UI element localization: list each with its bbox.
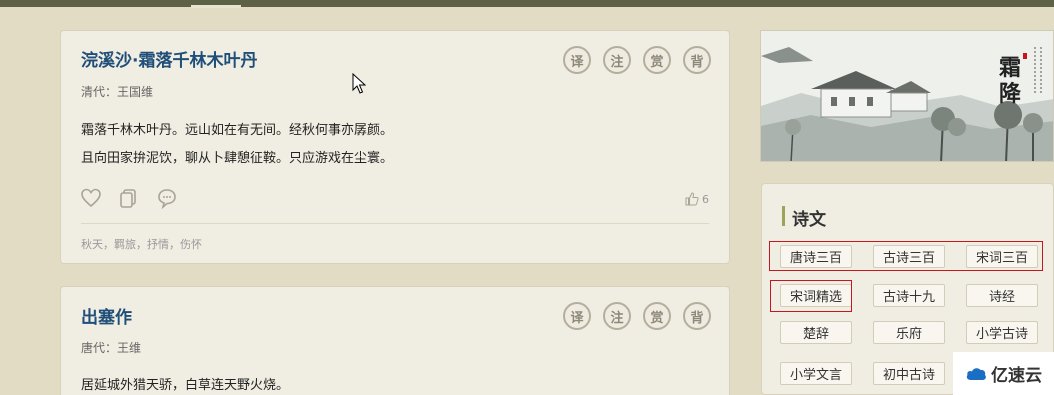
recite-button[interactable]: 背 [683, 302, 711, 330]
poem-author[interactable]: 清代：王国维 [81, 83, 153, 100]
annotate-button[interactable]: 注 [603, 46, 631, 74]
section-marker [782, 206, 785, 226]
watermark-text: 亿速云 [991, 366, 1042, 386]
top-nav-bar [0, 0, 1054, 7]
banner-title-char: 降 [999, 81, 1022, 107]
heart-icon[interactable] [80, 187, 102, 209]
poem-card: 浣溪沙·霜落千林木叶丹 清代：王国维 霜落千林木叶丹。远山如在有无间。经秋何事亦… [60, 30, 730, 264]
translate-button[interactable]: 译 [563, 46, 591, 74]
likes-number: 6 [702, 192, 709, 206]
poem-line: 居延城外猎天骄，白草连天野火烧。 [81, 378, 290, 393]
tag-link[interactable]: 楚辞 [780, 321, 852, 344]
landscape-painting: 霜 降 [761, 31, 1053, 161]
tag-link[interactable]: 诗经 [966, 284, 1038, 307]
poem-title[interactable]: 出塞作 [81, 303, 132, 328]
translate-button[interactable]: 译 [563, 302, 591, 330]
poem-tags[interactable]: 秋天，羁旅，抒情，伤怀 [81, 236, 202, 252]
appreciate-button[interactable]: 赏 [643, 302, 671, 330]
cursor-icon [352, 73, 366, 94]
poem-card: 出塞作 唐代：王维 居延城外猎天骄，白草连天野火烧。 译 注 赏 背 [60, 286, 730, 395]
tag-link[interactable]: 小学文言 [780, 362, 852, 385]
top-nav-active-indicator [191, 5, 241, 8]
divider [81, 223, 709, 224]
copy-icon[interactable] [118, 187, 140, 209]
banner-title-char: 霜 [998, 55, 1021, 81]
likes-count[interactable]: 6 [685, 192, 709, 206]
comment-icon[interactable] [156, 187, 178, 209]
poem-tools: 译 注 赏 背 [563, 46, 711, 74]
highlight-box [770, 280, 852, 312]
tag-link[interactable]: 乐府 [873, 321, 945, 344]
banner-image[interactable]: 霜 降 [760, 30, 1054, 162]
section-title: 诗文 [792, 210, 826, 230]
poem-author[interactable]: 唐代：王维 [81, 339, 141, 356]
appreciate-button[interactable]: 赏 [643, 46, 671, 74]
poem-title[interactable]: 浣溪沙·霜落千林木叶丹 [81, 46, 257, 71]
watermark: 亿速云 [953, 352, 1054, 395]
tag-link[interactable]: 小学古诗 [966, 321, 1038, 344]
tag-link[interactable]: 古诗十九 [873, 284, 945, 307]
cloud-logo-icon [966, 367, 986, 380]
recite-button[interactable]: 背 [683, 46, 711, 74]
annotate-button[interactable]: 注 [603, 302, 631, 330]
poem-line: 且向田家拚泥饮，聊从卜肆憩征鞍。只应游戏在尘寰。 [81, 151, 394, 166]
thumbs-up-icon [685, 192, 699, 206]
tag-link[interactable]: 初中古诗 [873, 362, 945, 385]
poem-tools: 译 注 赏 背 [563, 302, 711, 330]
highlight-box [769, 241, 1043, 271]
poem-line: 霜落千林木叶丹。远山如在有无间。经秋何事亦孱颜。 [81, 123, 394, 138]
